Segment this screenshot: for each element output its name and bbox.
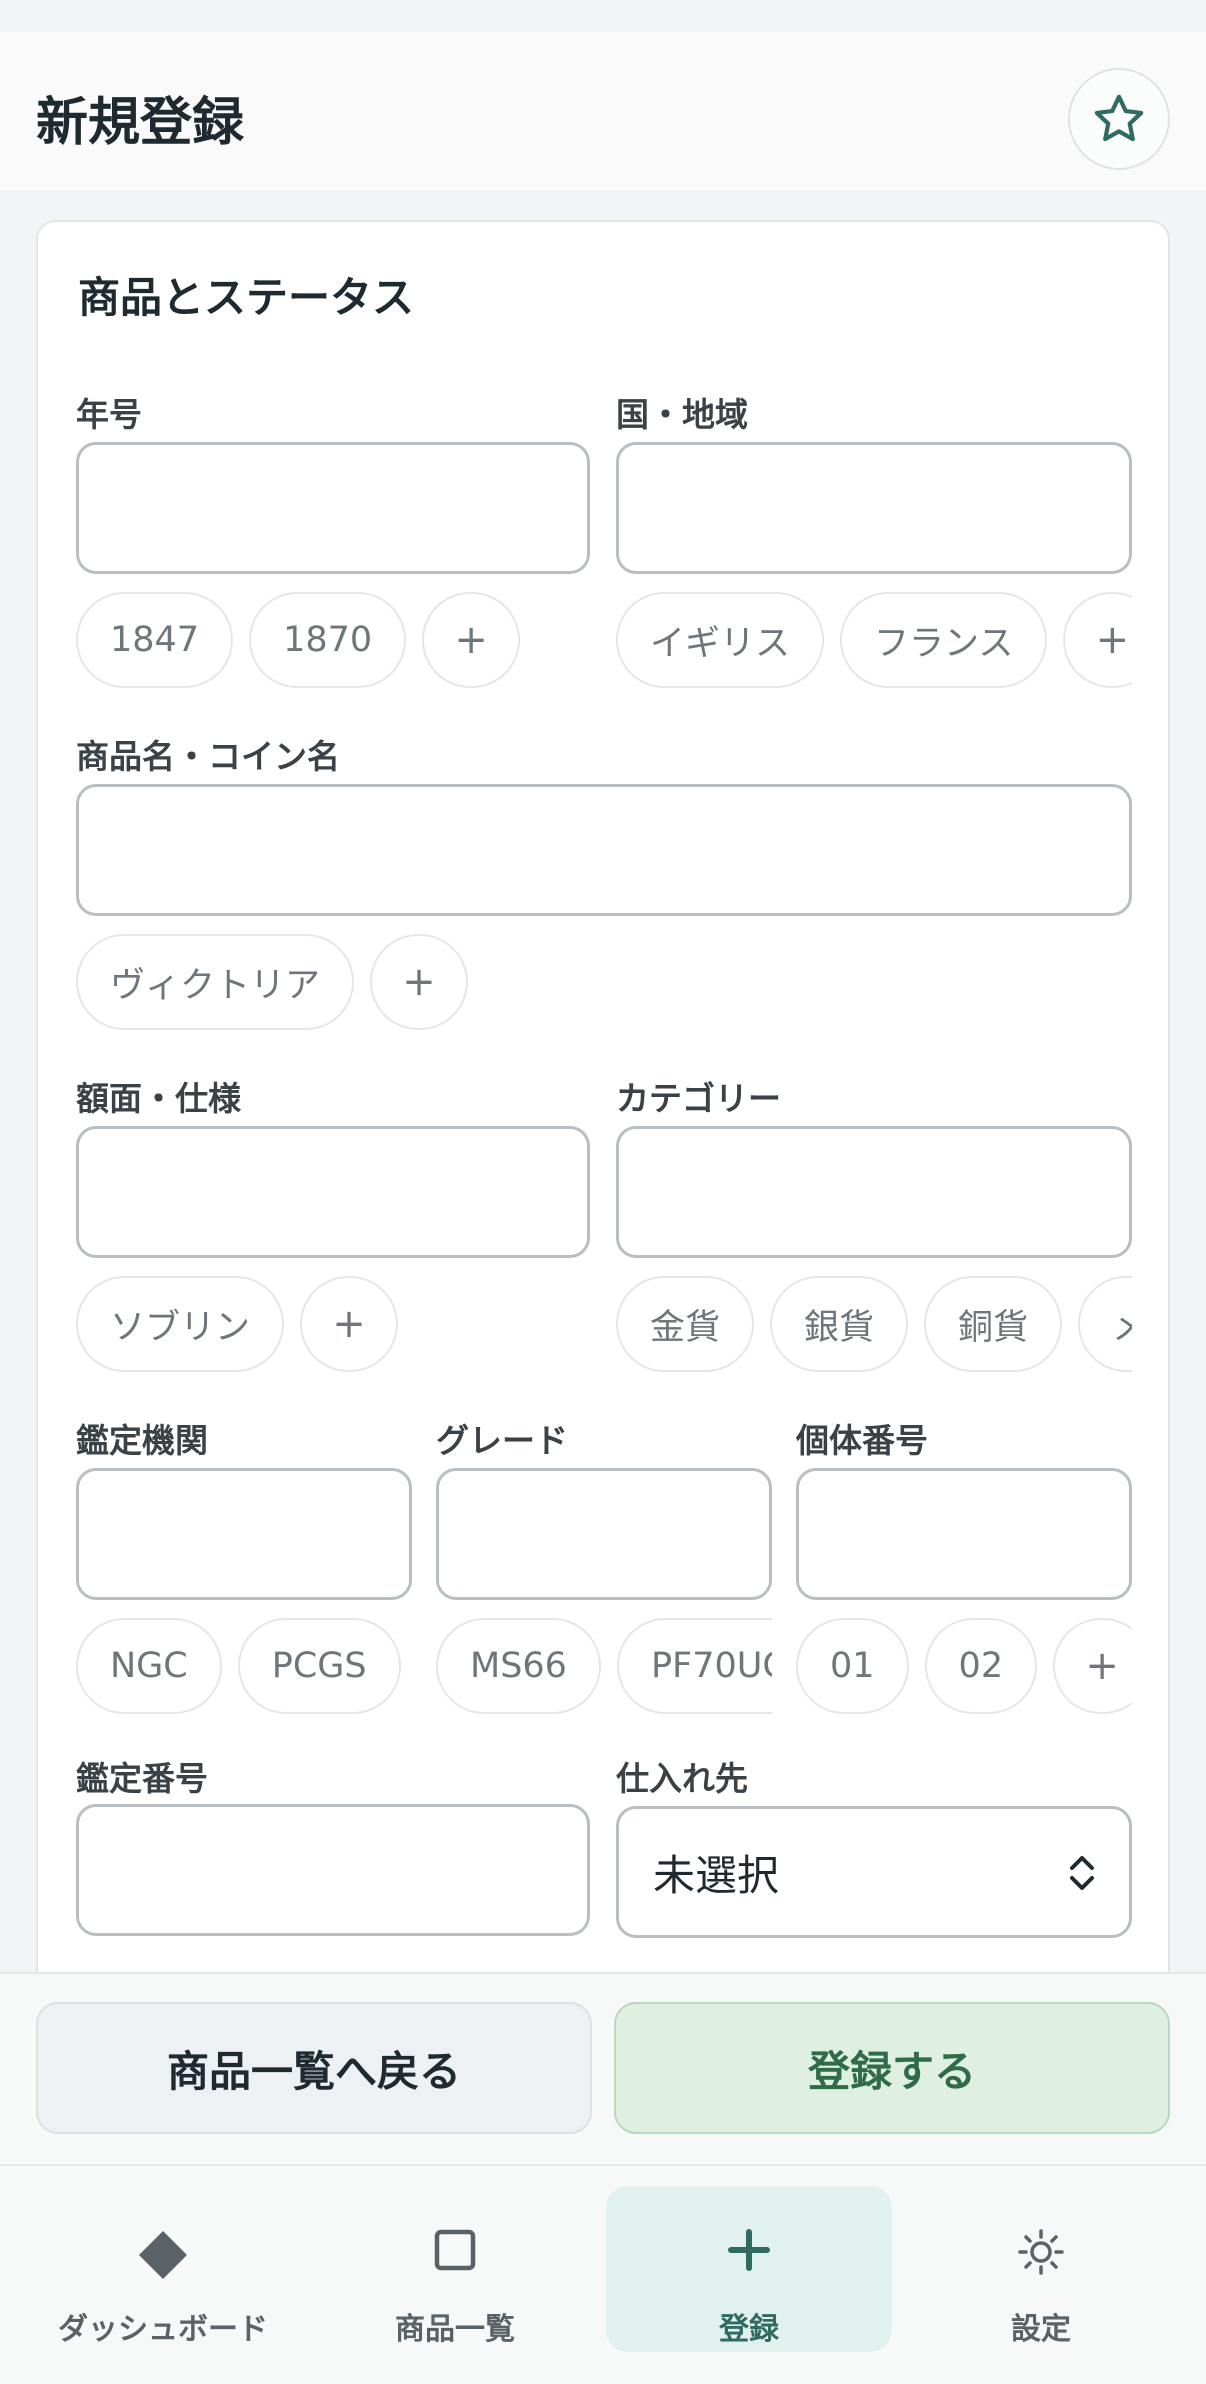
serial-label: 個体番号 — [796, 1421, 928, 1460]
favorite-button[interactable] — [1068, 68, 1170, 170]
tab-settings[interactable]: 設定 — [898, 2186, 1184, 2352]
country-label: 国・地域 — [616, 395, 748, 434]
grading-agency-input[interactable] — [76, 1468, 412, 1600]
plus-icon — [728, 2229, 770, 2271]
product-name-chips: ヴィクトリア + — [76, 934, 1132, 1030]
grade-chip[interactable]: MS66 — [436, 1618, 601, 1714]
diamond-icon — [139, 2231, 187, 2279]
app-header: 新規登録 — [0, 32, 1206, 192]
grade-input[interactable] — [436, 1468, 772, 1600]
register-button[interactable]: 登録する — [614, 2002, 1170, 2134]
product-status-card: 商品とステータス 年号 1847 1870 + 国・地域 イギリス フランス +… — [36, 220, 1170, 2020]
square-icon — [434, 2229, 476, 2271]
form-action-bar: 商品一覧へ戻る 登録する — [0, 1972, 1206, 2164]
section-title: 商品とステータス — [78, 273, 415, 322]
country-input[interactable] — [616, 442, 1132, 574]
product-name-chip[interactable]: ヴィクトリア — [76, 934, 355, 1030]
back-to-list-button[interactable]: 商品一覧へ戻る — [36, 2002, 592, 2134]
country-chip[interactable]: フランス — [840, 592, 1048, 688]
serial-chips: 01 02 + — [796, 1618, 1132, 1714]
sun-icon — [1018, 2229, 1064, 2275]
category-chips: 金貨 銀貨 銅貨 メモ — [616, 1276, 1132, 1372]
status-area — [0, 0, 1206, 32]
year-chip[interactable]: 1847 — [76, 592, 234, 688]
category-label: カテゴリー — [616, 1079, 781, 1118]
serial-chip[interactable]: 02 — [924, 1618, 1038, 1714]
tab-register[interactable]: 登録 — [606, 2186, 892, 2352]
country-chips: イギリス フランス + — [616, 592, 1132, 688]
tab-product-list[interactable]: 商品一覧 — [312, 2186, 598, 2352]
grade-chips: MS66 PF70UC — [436, 1618, 772, 1714]
serial-chip[interactable]: 01 — [796, 1618, 909, 1714]
cert-number-input[interactable] — [76, 1804, 590, 1936]
year-chip[interactable]: 1870 — [249, 592, 407, 688]
bottom-tab-bar: ダッシュボード 商品一覧 登録 設定 — [0, 2164, 1206, 2384]
tab-dashboard[interactable]: ダッシュボード — [20, 2186, 306, 2352]
cert-number-label: 鑑定番号 — [76, 1759, 208, 1798]
grading-agency-label: 鑑定機関 — [76, 1421, 208, 1460]
denomination-label: 額面・仕様 — [76, 1079, 241, 1118]
country-chip[interactable]: イギリス — [616, 592, 825, 688]
grading-agency-chip[interactable]: PCGS — [237, 1618, 401, 1714]
add-product-name-chip-button[interactable]: + — [370, 934, 469, 1030]
add-serial-chip-button[interactable]: + — [1053, 1618, 1132, 1714]
supplier-select[interactable]: 未選択 — [616, 1806, 1132, 1938]
category-chip[interactable]: メモ — [1078, 1276, 1132, 1372]
category-chip[interactable]: 金貨 — [616, 1276, 755, 1372]
tab-label: 設定 — [1011, 2312, 1071, 2347]
year-label: 年号 — [76, 395, 142, 434]
category-chip[interactable]: 銅貨 — [924, 1276, 1063, 1372]
tab-label: ダッシュボード — [58, 2312, 268, 2347]
denomination-chip[interactable]: ソブリン — [76, 1276, 285, 1372]
tab-label: 商品一覧 — [395, 2312, 515, 2347]
denomination-chips: ソブリン + — [76, 1276, 590, 1372]
grading-agency-chips: NGC PCGS — [76, 1618, 412, 1714]
star-icon — [1094, 94, 1144, 142]
grading-agency-chip[interactable]: NGC — [76, 1618, 222, 1714]
page-title: 新規登録 — [36, 93, 245, 153]
year-chips: 1847 1870 + — [76, 592, 590, 688]
tab-label: 登録 — [719, 2312, 779, 2347]
category-input[interactable] — [616, 1126, 1132, 1258]
product-name-input[interactable] — [76, 784, 1132, 916]
add-year-chip-button[interactable]: + — [422, 592, 521, 688]
chevron-updown-icon — [1070, 1856, 1094, 1890]
serial-input[interactable] — [796, 1468, 1132, 1600]
category-chip[interactable]: 銀貨 — [770, 1276, 909, 1372]
grade-label: グレード — [436, 1421, 568, 1460]
add-country-chip-button[interactable]: + — [1063, 592, 1132, 688]
denomination-input[interactable] — [76, 1126, 590, 1258]
supplier-label: 仕入れ先 — [616, 1759, 748, 1798]
year-input[interactable] — [76, 442, 590, 574]
product-name-label: 商品名・コイン名 — [76, 737, 340, 776]
grade-chip[interactable]: PF70UC — [616, 1618, 772, 1714]
supplier-selected-value: 未選択 — [653, 1850, 780, 1900]
add-denomination-chip-button[interactable]: + — [300, 1276, 399, 1372]
